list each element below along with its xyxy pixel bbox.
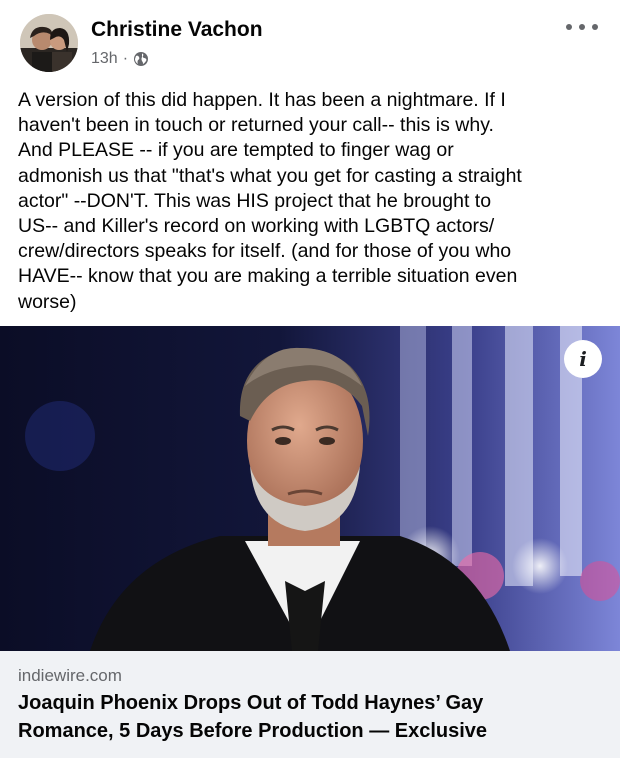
dot bbox=[592, 24, 598, 30]
author-avatar[interactable] bbox=[20, 14, 78, 72]
link-title[interactable]: Joaquin Phoenix Drops Out of Todd Haynes… bbox=[18, 689, 578, 745]
link-preview-image[interactable]: i bbox=[0, 326, 620, 651]
more-options-icon[interactable] bbox=[566, 16, 598, 38]
avatar-photo bbox=[20, 14, 78, 72]
link-preview-footer[interactable]: indiewire.com Joaquin Phoenix Drops Out … bbox=[0, 651, 620, 758]
post-meta: 13h · bbox=[91, 50, 149, 68]
globe-icon[interactable] bbox=[133, 51, 149, 67]
author-name[interactable]: Christine Vachon bbox=[91, 18, 263, 42]
link-domain: indiewire.com bbox=[18, 666, 122, 685]
meta-separator: · bbox=[122, 50, 129, 67]
post-time[interactable]: 13h bbox=[91, 50, 118, 68]
post-text: A version of this did happen. It has bee… bbox=[18, 89, 522, 313]
dot bbox=[579, 24, 585, 30]
info-icon[interactable]: i bbox=[564, 340, 602, 378]
dot bbox=[566, 24, 572, 30]
post-header: Christine Vachon 13h · bbox=[0, 0, 620, 80]
portrait-photo bbox=[0, 326, 620, 651]
